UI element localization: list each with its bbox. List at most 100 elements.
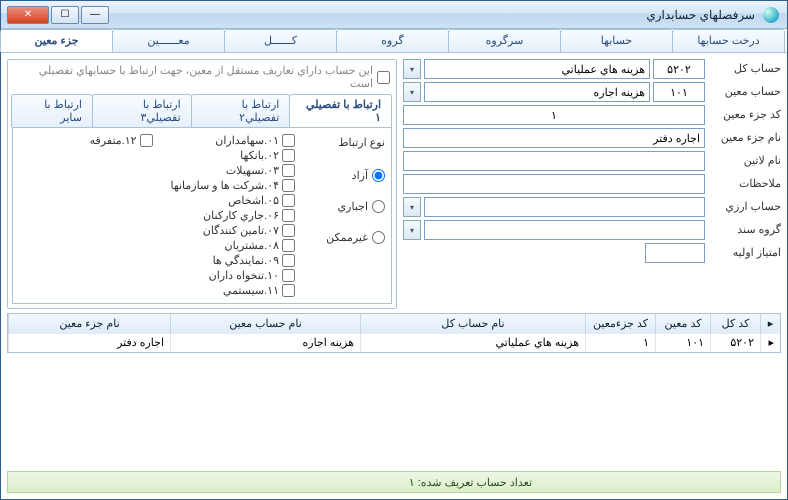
- grid-row-selector[interactable]: ▸: [760, 334, 780, 352]
- docgroup-input[interactable]: [424, 220, 705, 240]
- relation-checkbox-item[interactable]: ۰۶.جاري كاركنان: [171, 209, 295, 222]
- relation-checkbox-label: ۰۸.مشتريان: [225, 239, 279, 252]
- relation-body: نوع ارتباط آزاد اجباري غيرممكن ۰۱.سهامدا…: [12, 128, 392, 304]
- relation-checkbox-item[interactable]: ۰۳.تسهيلات: [171, 164, 295, 177]
- relation-checkbox-item[interactable]: ۰۸.مشتريان: [171, 239, 295, 252]
- close-button[interactable]: ✕: [7, 6, 49, 24]
- grid-row[interactable]: ▸ ۵۲۰۲ ۱۰۱ ۱ هزينه هاي عملياتي هزينه اجا…: [8, 334, 780, 352]
- rel-tab-3[interactable]: ارتباط با تفصيلي۳: [92, 94, 192, 127]
- app-window: ✕ ☐ — سرفصلهاي حسابداري درخت حسابها حساب…: [0, 0, 788, 500]
- rel-tab-2[interactable]: ارتباط با تفصيلي۲: [191, 94, 291, 127]
- relation-col-1: ۰۱.سهامداران ۰۲.بانكها ۰۳.تسهيلات ۰۴.شركت ه…: [171, 134, 295, 297]
- relation-checkbox-item[interactable]: ۰۷.تامين كنندگان: [171, 224, 295, 237]
- tab-supergroup[interactable]: سرگروه: [448, 29, 561, 52]
- status-count: تعداد حساب تعريف شده: ۱: [409, 476, 532, 489]
- relation-checkbox[interactable]: [282, 179, 295, 192]
- moein-code-input[interactable]: [653, 82, 705, 102]
- grid-header-sel[interactable]: ▸: [760, 314, 780, 334]
- subcode-input[interactable]: [403, 105, 705, 125]
- relation-type-title: نوع ارتباط: [305, 136, 385, 149]
- label-moein: حساب معين: [709, 82, 781, 102]
- latin-input[interactable]: [403, 151, 705, 171]
- tab-tree[interactable]: درخت حسابها: [672, 29, 785, 52]
- grid-header-moein[interactable]: کد معين: [655, 314, 710, 334]
- label-subcode: کد جزء معين: [709, 105, 781, 125]
- relation-checkbox-item[interactable]: ۱۱.سيستمي: [171, 284, 295, 297]
- reltype-impossible[interactable]: غيرممكن: [305, 231, 385, 244]
- subname-input[interactable]: [403, 128, 705, 148]
- relation-checkbox[interactable]: [282, 269, 295, 282]
- relation-note: اين حساب داراي تعاريف مستقل از معين، جهت…: [12, 62, 392, 94]
- relation-checkbox[interactable]: [282, 224, 295, 237]
- maximize-button[interactable]: ☐: [51, 6, 79, 24]
- relation-checkbox-label: ۰۳.تسهيلات: [226, 164, 279, 177]
- relation-checkbox-label: ۰۹.نمايندگي ها: [213, 254, 279, 267]
- currency-dropdown-button[interactable]: ▾: [403, 197, 421, 217]
- relation-checkbox-label: ۱۲.متفرقه: [90, 134, 137, 147]
- minimize-button[interactable]: —: [81, 6, 109, 24]
- label-curr: حساب ارزي: [709, 197, 781, 217]
- reltype-free-radio[interactable]: [372, 169, 385, 182]
- status-bar: تعداد حساب تعريف شده: ۱: [7, 471, 781, 493]
- tab-submoein[interactable]: جزء معين: [0, 29, 113, 52]
- grid-header-moeinname[interactable]: نام حساب معين: [170, 314, 360, 334]
- grid-cell-subname: اجاره دفتر: [8, 334, 170, 352]
- window-title: سرفصلهاي حسابداري: [109, 8, 763, 22]
- relation-checkbox[interactable]: [282, 164, 295, 177]
- label-subname: نام جزء معين: [709, 128, 781, 148]
- content-area: حساب کل ▾ حساب معين ▾ کد جزء معين نام جز…: [1, 53, 787, 499]
- moein-name-input[interactable]: [424, 82, 650, 102]
- relation-checkbox-item[interactable]: ۱۲.متفرقه: [90, 134, 153, 147]
- relation-checkbox[interactable]: [282, 254, 295, 267]
- relation-checkbox-cols: ۰۱.سهامداران ۰۲.بانكها ۰۳.تسهيلات ۰۴.شركت ه…: [19, 134, 295, 297]
- moein-dropdown-button[interactable]: ▾: [403, 82, 421, 102]
- kol-code-input[interactable]: [653, 59, 705, 79]
- note-input[interactable]: [403, 174, 705, 194]
- kol-name-input[interactable]: [424, 59, 650, 79]
- grid-cell-moein: ۱۰۱: [655, 334, 710, 352]
- relation-type-group: نوع ارتباط آزاد اجباري غيرممكن: [305, 134, 385, 297]
- reltype-free[interactable]: آزاد: [305, 169, 385, 182]
- label-docgrp: گروه سند: [709, 220, 781, 240]
- relation-checkbox-item[interactable]: ۰۱.سهامداران: [171, 134, 295, 147]
- relation-checkbox[interactable]: [140, 134, 153, 147]
- score-input[interactable]: [645, 243, 705, 263]
- grid-cell-kol: ۵۲۰۲: [710, 334, 760, 352]
- tab-accounts[interactable]: حسابها: [560, 29, 673, 52]
- tab-group[interactable]: گروه: [336, 29, 449, 52]
- relation-checkbox-item[interactable]: ۰۴.شركت ها و سازمانها: [171, 179, 295, 192]
- label-kol: حساب کل: [709, 59, 781, 79]
- reltype-mandatory[interactable]: اجباري: [305, 200, 385, 213]
- grid-cell-moeinname: هزينه اجاره: [170, 334, 360, 352]
- relation-checkbox-label: ۰۱.سهامداران: [215, 134, 279, 147]
- reltype-mandatory-radio[interactable]: [372, 200, 385, 213]
- relation-panel: اين حساب داراي تعاريف مستقل از معين، جهت…: [7, 59, 397, 309]
- tab-moein[interactable]: معــــــين: [112, 29, 225, 52]
- relation-checkbox[interactable]: [282, 284, 295, 297]
- grid-header-subname[interactable]: نام جزء معين: [8, 314, 170, 334]
- relation-checkbox[interactable]: [282, 149, 295, 162]
- grid-cell-kolname: هزينه هاي عملياتي: [360, 334, 585, 352]
- rel-tab-1[interactable]: ارتباط با تفصيلي ۱: [289, 94, 392, 127]
- independent-checkbox[interactable]: [377, 71, 390, 84]
- tab-kol[interactable]: کــــــل: [224, 29, 337, 52]
- grid-header-kol[interactable]: کد کل: [710, 314, 760, 334]
- relation-checkbox[interactable]: [282, 239, 295, 252]
- relation-checkbox-item[interactable]: ۱۰.تنخواه داران: [171, 269, 295, 282]
- currency-input[interactable]: [424, 197, 705, 217]
- relation-checkbox-item[interactable]: ۰۵.اشخاص: [171, 194, 295, 207]
- grid-header-kolname[interactable]: نام حساب کل: [360, 314, 585, 334]
- grid-header-sub[interactable]: کد جزءمعين: [585, 314, 655, 334]
- relation-checkbox[interactable]: [282, 209, 295, 222]
- kol-dropdown-button[interactable]: ▾: [403, 59, 421, 79]
- reltype-impossible-radio[interactable]: [372, 231, 385, 244]
- rel-tab-other[interactable]: ارتباط با ساير: [11, 94, 93, 127]
- relation-checkbox-item[interactable]: ۰۹.نمايندگي ها: [171, 254, 295, 267]
- relation-checkbox[interactable]: [282, 194, 295, 207]
- relation-tabs: ارتباط با تفصيلي ۱ ارتباط با تفصيلي۲ ارت…: [12, 94, 392, 128]
- relation-checkbox-item[interactable]: ۰۲.بانكها: [171, 149, 295, 162]
- docgroup-dropdown-button[interactable]: ▾: [403, 220, 421, 240]
- grid-cell-sub: ۱: [585, 334, 655, 352]
- relation-checkbox[interactable]: [282, 134, 295, 147]
- label-score: امتياز اوليه: [709, 243, 781, 263]
